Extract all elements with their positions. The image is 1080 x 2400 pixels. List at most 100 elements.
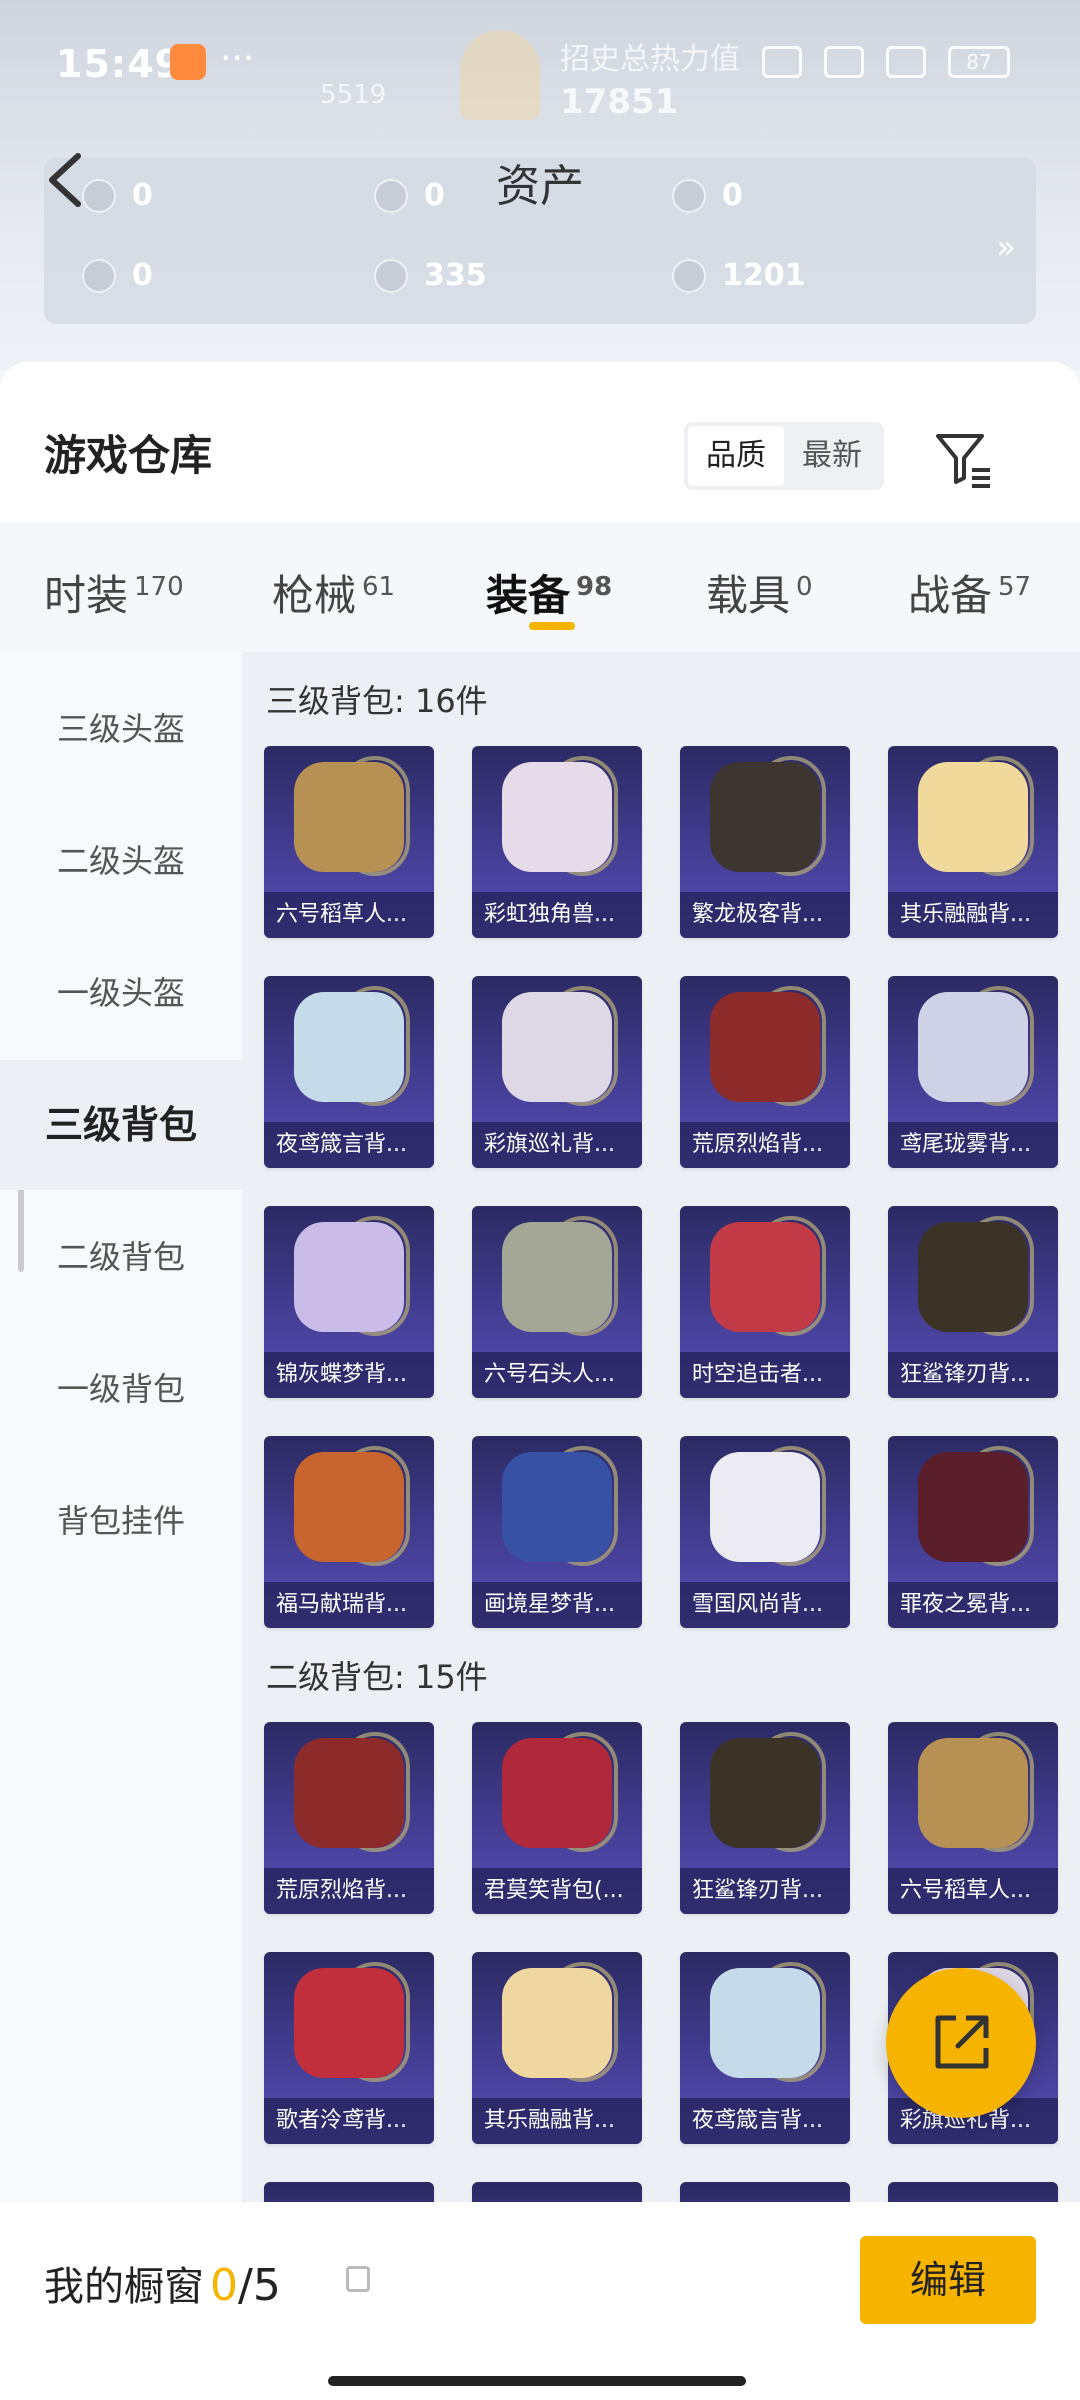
backpack-image <box>502 762 612 872</box>
score-label: 招史总热力值 <box>560 42 740 77</box>
backpack-image <box>918 1738 1028 1848</box>
status-icons: 87 <box>762 46 1010 78</box>
backpack-image <box>918 762 1028 872</box>
asset-item: 0 <box>82 258 153 293</box>
item-card[interactable]: 其乐融融背... <box>472 1952 642 2144</box>
backpack-image <box>918 1452 1028 1562</box>
item-card[interactable]: 六号石头人... <box>472 1206 642 1398</box>
backpack-image <box>502 1968 612 2078</box>
backpack-image <box>502 1738 612 1848</box>
item-card[interactable]: 荒原烈焰背... <box>264 1722 434 1914</box>
section-title: 二级背包: 15件 <box>266 1658 488 1696</box>
item-card[interactable]: 彩虹独角兽... <box>472 746 642 938</box>
warehouse-sheet: 游戏仓库 品质 最新 时装 170 枪械 61 装备 98 载具 0 战备 57 三级头盔… <box>0 362 1080 2202</box>
status-bar: 15:49 ··· 87 <box>0 30 1080 100</box>
item-card[interactable]: 繁龙极客背... <box>680 746 850 938</box>
item-card[interactable]: 其乐融融背... <box>888 746 1058 938</box>
sidebar-item-helmet-lv3[interactable]: 三级头盔 <box>0 664 242 794</box>
backpack-image <box>710 762 820 872</box>
backpack-image <box>502 1222 612 1332</box>
item-card[interactable]: 夜鸢箴言背... <box>680 1952 850 2144</box>
showcase-count: 0 <box>210 2260 238 2311</box>
item-card[interactable] <box>264 2182 434 2202</box>
orb-icon <box>374 258 408 293</box>
backpack-image <box>294 1222 404 1332</box>
item-card[interactable] <box>472 2182 642 2202</box>
sort-quality-button[interactable]: 品质 <box>688 426 784 486</box>
item-card[interactable] <box>680 2182 850 2202</box>
backpack-image <box>294 992 404 1102</box>
tab-equipment[interactable]: 装备 98 <box>486 562 612 623</box>
item-card[interactable]: 鸢尾珑雾背... <box>888 976 1058 1168</box>
item-card[interactable]: 荒原烈焰背... <box>680 976 850 1168</box>
home-indicator[interactable] <box>328 2376 746 2386</box>
backpack-image <box>502 1452 612 1562</box>
chevron-right-icon[interactable]: » <box>996 228 1016 266</box>
header: 15:49 ··· 87 招史总热力值 17851 5519 0 0 0 0 3… <box>0 0 1080 370</box>
backpack-image <box>294 1968 404 2078</box>
tab-vehicles[interactable]: 载具 0 <box>706 562 813 623</box>
asset-item: 335 <box>374 258 487 293</box>
lock-icon <box>346 2266 370 2292</box>
status-time: 15:49 <box>56 42 182 86</box>
sim-icon <box>824 46 864 78</box>
backpack-image <box>294 1452 404 1562</box>
item-card[interactable]: 君莫笑背包(... <box>472 1722 642 1914</box>
backpack-image <box>710 1968 820 2078</box>
sort-toggle: 品质 最新 <box>684 422 884 490</box>
item-card[interactable]: 歌者泠鸢背... <box>264 1952 434 2144</box>
flame-emblem-icon <box>460 30 540 120</box>
backpack-image <box>294 762 404 872</box>
item-card[interactable]: 锦灰蝶梦背... <box>264 1206 434 1398</box>
mute-icon <box>762 46 802 78</box>
score-value: 17851 <box>560 82 679 122</box>
tab-supplies[interactable]: 战备 57 <box>908 562 1031 623</box>
item-card[interactable]: 六号稻草人... <box>264 746 434 938</box>
sidebar-item-backpack-lv2[interactable]: 二级背包 <box>0 1192 242 1322</box>
wifi-icon <box>886 46 926 78</box>
item-card[interactable]: 罪夜之冕背... <box>888 1436 1058 1628</box>
share-button[interactable] <box>886 1968 1036 2118</box>
section-title: 三级背包: 16件 <box>266 682 488 720</box>
sidebar-item-backpack-lv1[interactable]: 一级背包 <box>0 1324 242 1454</box>
showcase-label: 我的橱窗 0/5 <box>44 2260 281 2311</box>
backpack-image <box>710 1222 820 1332</box>
item-card[interactable]: 彩旗巡礼背... <box>472 976 642 1168</box>
sort-latest-button[interactable]: 最新 <box>784 426 880 486</box>
page-title: 资产 <box>496 161 584 212</box>
backpack-image <box>502 992 612 1102</box>
sidebar-item-backpack-lv3[interactable]: 三级背包 <box>0 1060 242 1190</box>
ticket-icon <box>82 258 116 293</box>
sidebar: 三级头盔 二级头盔 一级头盔 三级背包 二级背包 一级背包 背包挂件 <box>0 652 242 2202</box>
item-card[interactable] <box>888 2182 1058 2202</box>
tab-guns[interactable]: 枪械 61 <box>272 562 395 623</box>
small-value: 5519 <box>320 80 387 110</box>
item-card[interactable]: 时空追击者... <box>680 1206 850 1398</box>
warehouse-title: 游戏仓库 <box>44 431 213 480</box>
item-card[interactable]: 画境星梦背... <box>472 1436 642 1628</box>
medal-icon <box>672 258 706 293</box>
item-card[interactable]: 夜鸢箴言背... <box>264 976 434 1168</box>
more-notifications: ··· <box>220 38 255 79</box>
sidebar-item-helmet-lv2[interactable]: 二级头盔 <box>0 796 242 926</box>
sidebar-item-backpack-pendant[interactable]: 背包挂件 <box>0 1456 242 1586</box>
item-card[interactable]: 六号稻草人... <box>888 1722 1058 1914</box>
active-tab-indicator <box>529 622 575 630</box>
backpack-image <box>294 1738 404 1848</box>
item-card[interactable]: 雪国风尚背... <box>680 1436 850 1628</box>
tab-fashion[interactable]: 时装 170 <box>44 562 184 623</box>
sidebar-item-helmet-lv1[interactable]: 一级头盔 <box>0 928 242 1058</box>
item-card[interactable]: 狂鲨锋刃背... <box>680 1722 850 1914</box>
backpack-image <box>710 1452 820 1562</box>
bottom-bar: 我的橱窗 0/5 编辑 <box>0 2202 1080 2400</box>
edit-button[interactable]: 编辑 <box>860 2236 1036 2324</box>
battery-icon: 87 <box>948 46 1010 78</box>
filter-icon[interactable] <box>934 430 994 490</box>
item-card[interactable]: 福马献瑞背... <box>264 1436 434 1628</box>
backpack-image <box>918 1222 1028 1332</box>
asset-item: 1201 <box>672 258 806 293</box>
item-card[interactable]: 狂鲨锋刃背... <box>888 1206 1058 1398</box>
backpack-image <box>918 992 1028 1102</box>
showcase-total: /5 <box>238 2260 281 2311</box>
app-notification-icon <box>170 44 206 80</box>
